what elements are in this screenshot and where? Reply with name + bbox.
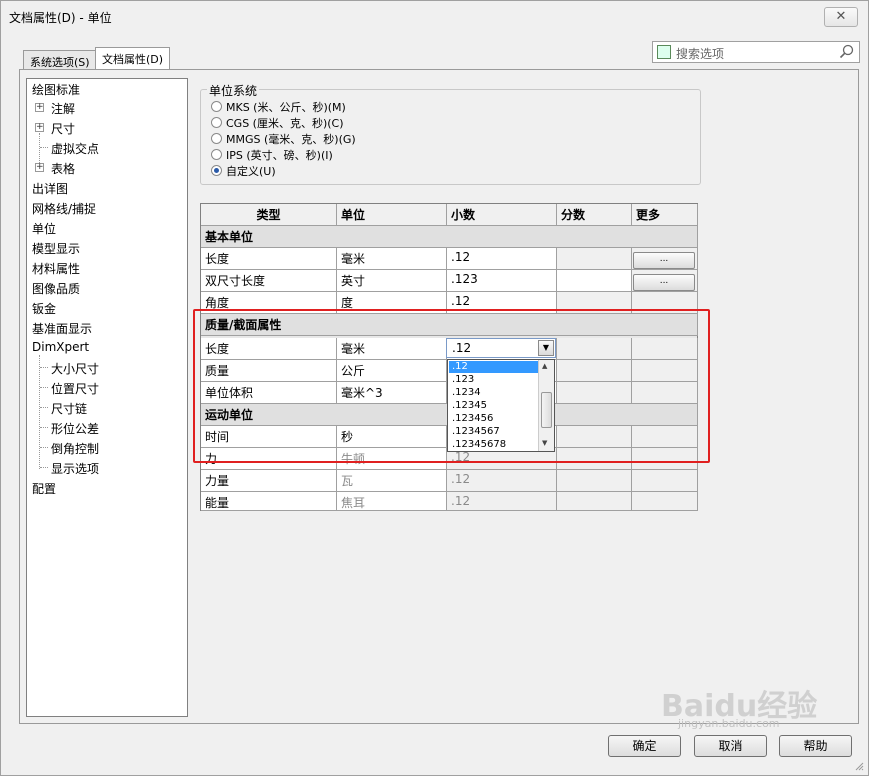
- row-energy-unit: 焦耳: [337, 492, 447, 511]
- row-energy-fraction: [557, 492, 632, 511]
- row-power-more: [632, 470, 698, 492]
- tab-document-properties-label: 文档属性(D): [102, 53, 164, 66]
- radio-ips-label: IPS (英寸、磅、秒)(I): [226, 149, 333, 162]
- col-header-unit: 单位: [337, 204, 447, 226]
- ok-button[interactable]: 确定: [608, 735, 681, 757]
- cancel-button[interactable]: 取消: [694, 735, 767, 757]
- tree-item-model-display[interactable]: 模型显示: [32, 240, 80, 257]
- row-length-unit[interactable]: 毫米: [337, 248, 447, 270]
- radio-mmgs[interactable]: MMGS (毫米、克、秒)(G): [211, 131, 356, 147]
- tree-item-size-dimension[interactable]: 大小尺寸: [51, 360, 99, 377]
- row-length-decimal[interactable]: .12: [447, 248, 557, 270]
- tree-item-material-properties[interactable]: 材料属性: [32, 260, 80, 277]
- row-power-unit: 瓦: [337, 470, 447, 492]
- resize-grip-icon[interactable]: [854, 761, 864, 771]
- radio-mks[interactable]: MKS (米、公斤、秒)(M): [211, 99, 346, 115]
- options-list-icon: [657, 45, 671, 59]
- search-placeholder: 搜索选项: [676, 47, 725, 61]
- tree-item-geometric-tolerance[interactable]: 形位公差: [51, 420, 99, 437]
- property-tree: 绘图标准 + 注解 + 尺寸 虚拟交点 + 表格 出详图 网格线/捕捉 单位 模…: [26, 78, 188, 717]
- window-title: 文档属性(D) - 单位: [9, 11, 112, 25]
- row-energy-type: 能量: [201, 492, 337, 511]
- radio-custom[interactable]: 自定义(U): [211, 163, 276, 179]
- tree-item-annotations[interactable]: 注解: [51, 100, 75, 117]
- tree-item-plane-display[interactable]: 基准面显示: [32, 320, 92, 337]
- row-dual-type: 双尺寸长度: [201, 270, 337, 292]
- col-header-fraction: 分数: [557, 204, 632, 226]
- watermark-url: jingyan.baidu.com: [678, 717, 780, 730]
- tree-item-chain-dimension[interactable]: 尺寸链: [51, 400, 87, 417]
- help-button[interactable]: 帮助: [779, 735, 852, 757]
- close-button[interactable]: ✕: [824, 7, 858, 27]
- row-energy-decimal: .12: [447, 492, 557, 511]
- row-dual-fraction[interactable]: [557, 270, 632, 292]
- col-header-more: 更多: [632, 204, 698, 226]
- row-power-type: 力量: [201, 470, 337, 492]
- tree-item-virtual-sharps[interactable]: 虚拟交点: [51, 140, 99, 157]
- radio-custom-label: 自定义(U): [226, 165, 276, 178]
- radio-mks-label: MKS (米、公斤、秒)(M): [226, 101, 346, 114]
- dual-length-more-button[interactable]: ...: [633, 274, 695, 291]
- annotation-highlight-box: [193, 309, 710, 463]
- tree-item-detailing[interactable]: 出详图: [32, 180, 68, 197]
- dialog-window: 文档属性(D) - 单位 ✕ 系统选项(S) 文档属性(D) 搜索选项 绘图标准…: [0, 0, 869, 776]
- expand-icon[interactable]: +: [35, 103, 44, 112]
- row-energy-more: [632, 492, 698, 511]
- search-box[interactable]: 搜索选项: [652, 41, 860, 63]
- tree-item-tables[interactable]: 表格: [51, 160, 75, 177]
- row-dual-unit[interactable]: 英寸: [337, 270, 447, 292]
- tree-item-dimensions[interactable]: 尺寸: [51, 120, 75, 137]
- row-power-fraction: [557, 470, 632, 492]
- tree-item-units[interactable]: 单位: [32, 220, 56, 237]
- tree-item-image-quality[interactable]: 图像品质: [32, 280, 80, 297]
- length-more-button[interactable]: ...: [633, 252, 695, 269]
- title-bar: 文档属性(D) - 单位 ✕: [1, 1, 868, 31]
- tree-item-sheet-metal[interactable]: 钣金: [32, 300, 56, 317]
- col-header-decimal: 小数: [447, 204, 557, 226]
- radio-mmgs-label: MMGS (毫米、克、秒)(G): [226, 133, 356, 146]
- section-basic-units: 基本单位: [201, 226, 698, 248]
- row-dual-decimal[interactable]: .123: [447, 270, 557, 292]
- radio-cgs[interactable]: CGS (厘米、克、秒)(C): [211, 115, 344, 131]
- search-icon[interactable]: [839, 44, 855, 60]
- tab-system-options[interactable]: 系统选项(S): [23, 50, 97, 70]
- row-length-fraction: [557, 248, 632, 270]
- row-power-decimal: .12: [447, 470, 557, 492]
- close-icon: ✕: [835, 9, 847, 24]
- tree-item-chamfer-controls[interactable]: 倒角控制: [51, 440, 99, 457]
- tab-system-options-label: 系统选项(S): [30, 56, 90, 69]
- col-header-type: 类型: [201, 204, 337, 226]
- radio-cgs-label: CGS (厘米、克、秒)(C): [226, 117, 344, 130]
- tree-item-drafting-standard[interactable]: 绘图标准: [32, 81, 80, 98]
- tree-item-dimxpert[interactable]: DimXpert: [32, 340, 89, 354]
- tree-item-display-options[interactable]: 显示选项: [51, 460, 99, 477]
- tab-document-properties[interactable]: 文档属性(D): [95, 47, 171, 70]
- tree-item-configurations[interactable]: 配置: [32, 480, 56, 497]
- tree-item-grid-snap[interactable]: 网格线/捕捉: [32, 200, 96, 217]
- expand-icon[interactable]: +: [35, 123, 44, 132]
- radio-ips[interactable]: IPS (英寸、磅、秒)(I): [211, 147, 333, 163]
- expand-icon[interactable]: +: [35, 163, 44, 172]
- unit-system-label: 单位系统: [207, 82, 260, 99]
- row-length-type: 长度: [201, 248, 337, 270]
- tree-item-location-dimension[interactable]: 位置尺寸: [51, 380, 99, 397]
